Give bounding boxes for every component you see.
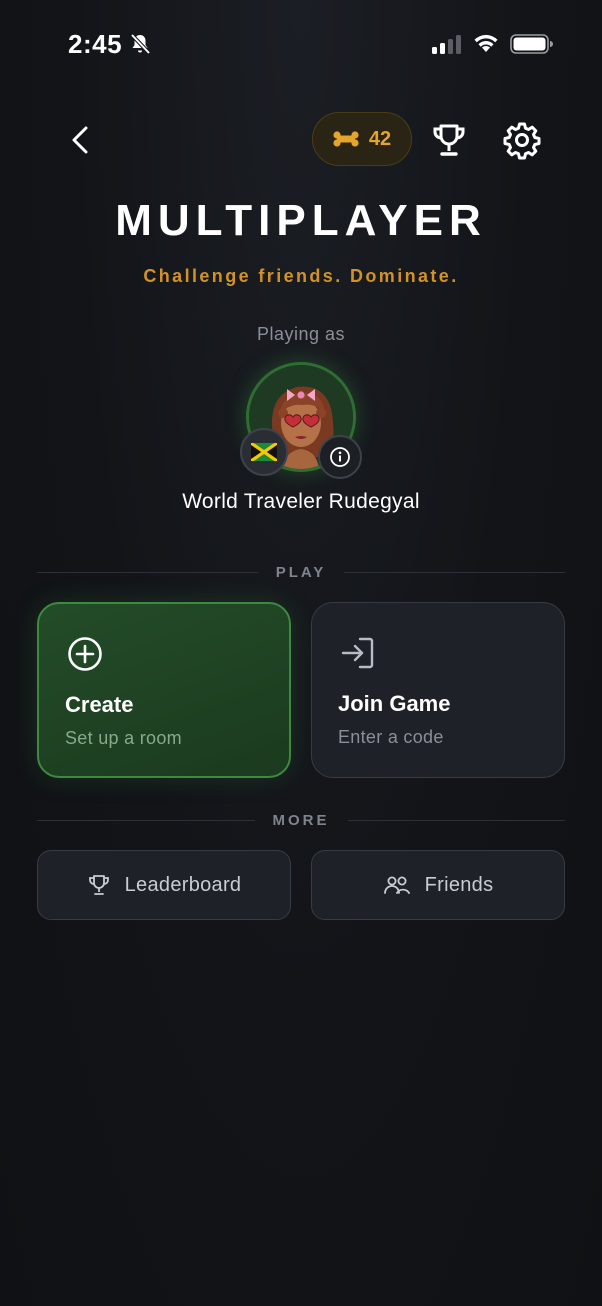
- friends-label: Friends: [424, 873, 494, 896]
- more-section-divider: MORE: [37, 810, 565, 830]
- info-icon: [330, 447, 350, 467]
- bell-off-icon: [130, 33, 151, 55]
- back-button[interactable]: [62, 120, 102, 160]
- divider-line: [37, 571, 258, 573]
- plus-circle-icon: [68, 637, 102, 671]
- bone-icon: [333, 131, 359, 147]
- divider-line: [344, 571, 566, 573]
- divider-line: [37, 819, 255, 821]
- create-room-card[interactable]: Create Set up a room: [37, 602, 291, 778]
- player-name: World Traveler Rudegyal: [182, 490, 420, 513]
- play-section-divider: PLAY: [37, 562, 566, 582]
- friends-button[interactable]: Friends: [311, 850, 565, 920]
- create-card-subtitle: Set up a room: [65, 728, 182, 748]
- status-time: 2:45: [68, 29, 123, 59]
- page-subtitle: Challenge friends. Dominate.: [143, 266, 459, 286]
- trophy-button[interactable]: [430, 120, 468, 160]
- gear-icon: [503, 122, 541, 160]
- multiplayer-screen: 2:45 42 MULTIPLAYER Challenge friends. D…: [0, 0, 602, 1306]
- settings-button[interactable]: [502, 120, 542, 160]
- chevron-left-icon: [72, 126, 88, 154]
- divider-line: [347, 819, 565, 821]
- bones-balance[interactable]: 42: [312, 112, 412, 166]
- join-card-subtitle: Enter a code: [338, 727, 444, 747]
- profile-info-button[interactable]: [318, 435, 362, 479]
- bones-count: 42: [368, 127, 392, 150]
- battery-icon: [510, 34, 553, 54]
- more-section-label: MORE: [272, 811, 330, 829]
- join-card-title: Join Game: [338, 691, 451, 716]
- sign-in-icon: [341, 637, 374, 669]
- leaderboard-button[interactable]: Leaderboard: [37, 850, 291, 920]
- join-game-card[interactable]: Join Game Enter a code: [311, 602, 565, 778]
- playing-as-label: Playing as: [256, 324, 346, 344]
- trophy-icon: [433, 124, 465, 156]
- create-card-title: Create: [65, 692, 134, 717]
- jamaica-flag-icon: [251, 443, 277, 461]
- users-icon: [383, 876, 410, 894]
- country-flag-badge[interactable]: [240, 428, 288, 476]
- wifi-icon: [474, 34, 498, 52]
- play-section-label: PLAY: [275, 563, 327, 581]
- signal-icon: [432, 35, 461, 54]
- leaderboard-label: Leaderboard: [124, 873, 242, 896]
- status-bar: 2:45: [0, 0, 602, 90]
- trophy-icon: [88, 875, 109, 895]
- page-title: MULTIPLAYER: [115, 196, 487, 245]
